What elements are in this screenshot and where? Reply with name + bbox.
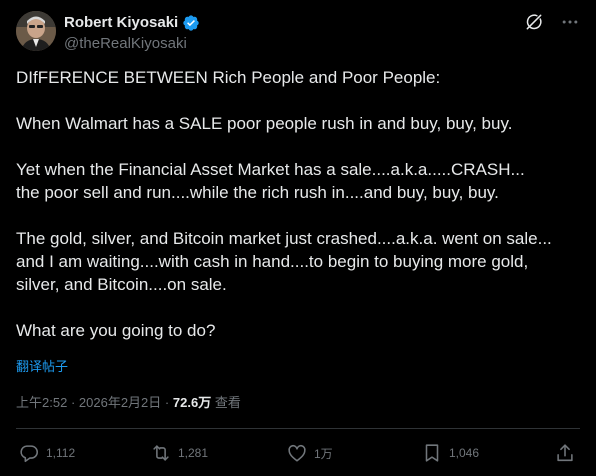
views-label[interactable]: 查看: [215, 395, 241, 410]
meta-separator: ·: [164, 395, 170, 410]
views-count[interactable]: 72.6万: [173, 395, 211, 410]
tweet-time[interactable]: 上午2:52: [16, 395, 67, 410]
translate-post-link[interactable]: 翻译帖子: [16, 358, 68, 376]
reply-icon: [18, 442, 40, 464]
more-icon[interactable]: [560, 12, 580, 32]
retweet-count: 1,281: [178, 446, 209, 460]
display-name[interactable]: Robert Kiyosaki: [64, 13, 178, 33]
bookmark-button[interactable]: 1,046: [421, 442, 479, 464]
tweet-meta: 上午2:52 · 2026年2月2日 · 72.6万 查看: [16, 394, 241, 412]
tweet-text: DIfFERENCE BETWEEN Rich People and Poor …: [16, 66, 576, 342]
verified-badge-icon[interactable]: [182, 14, 200, 32]
grok-icon[interactable]: [524, 12, 544, 32]
handle[interactable]: @theRealKiyosaki: [64, 34, 200, 54]
like-button[interactable]: 1万: [286, 442, 333, 464]
tweet-paragraph: What are you going to do?: [16, 321, 216, 340]
reply-count: 1,112: [46, 446, 76, 460]
bookmark-icon: [421, 442, 443, 464]
tweet-date[interactable]: 2026年2月2日: [79, 395, 161, 410]
tweet-paragraph: Yet when the Financial Asset Market has …: [16, 160, 525, 202]
retweet-icon: [150, 442, 172, 464]
tweet-paragraph: When Walmart has a SALE poor people rush…: [16, 114, 513, 133]
action-bar: 1,112 1,281 1万 1,046: [16, 442, 580, 466]
avatar[interactable]: [16, 11, 56, 51]
author-info: Robert Kiyosaki @theRealKiyosaki: [64, 13, 200, 54]
bookmark-count: 1,046: [449, 446, 480, 460]
share-icon: [554, 442, 576, 464]
tweet: Robert Kiyosaki @theRealKiyosaki DIfFERE…: [0, 0, 596, 476]
like-icon: [286, 442, 308, 464]
divider: [16, 428, 580, 429]
retweet-button[interactable]: 1,281: [150, 442, 208, 464]
display-name-row[interactable]: Robert Kiyosaki: [64, 13, 200, 33]
like-count: 1万: [314, 446, 333, 461]
meta-separator: ·: [70, 395, 76, 410]
tweet-paragraph: The gold, silver, and Bitcoin market jus…: [16, 229, 552, 294]
top-actions: [524, 12, 580, 32]
reply-button[interactable]: 1,112: [18, 442, 75, 464]
share-button[interactable]: [554, 442, 576, 464]
tweet-paragraph: DIfFERENCE BETWEEN Rich People and Poor …: [16, 68, 441, 87]
